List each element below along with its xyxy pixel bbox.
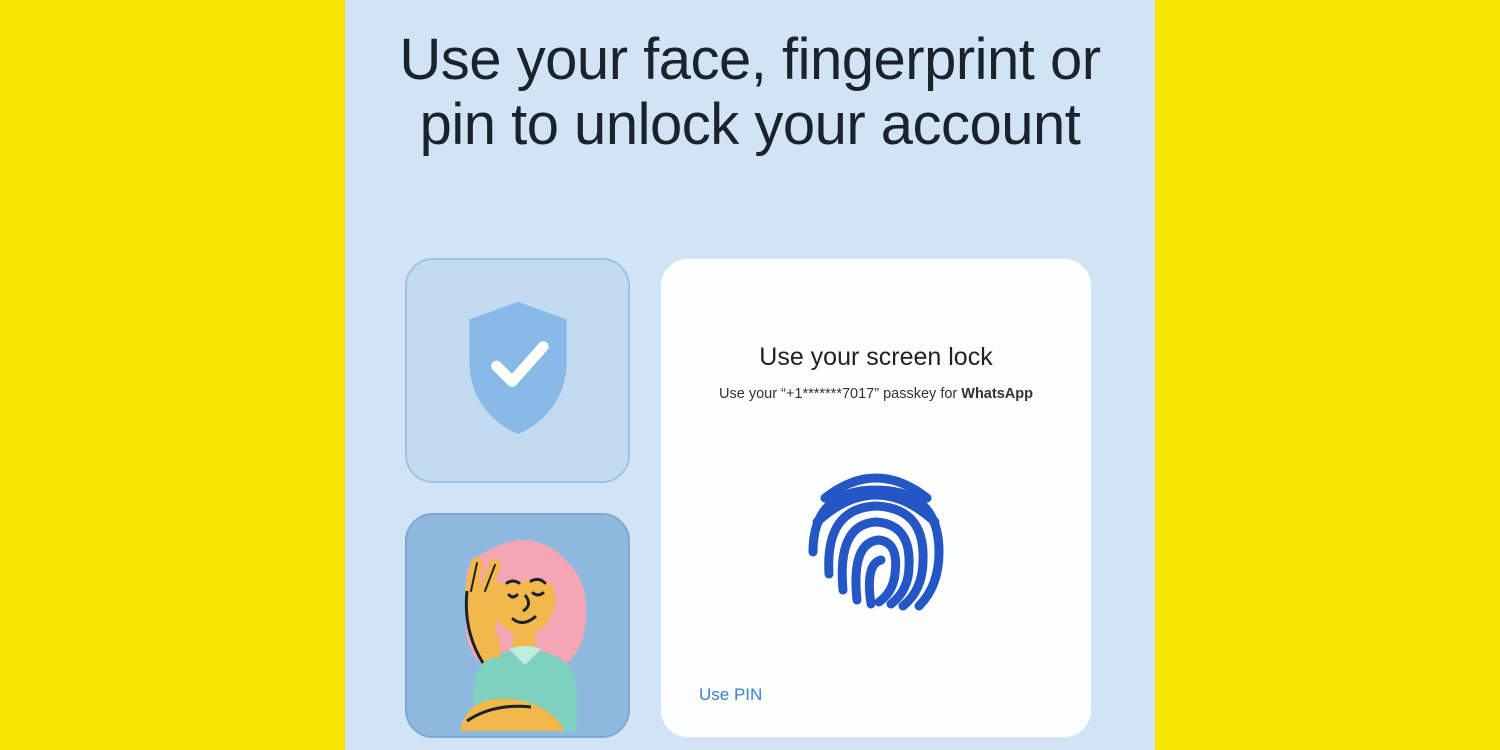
fingerprint-button[interactable] — [791, 456, 961, 631]
screen-lock-subtitle: Use your “+1*******7017” passkey for Wha… — [719, 386, 1033, 402]
use-pin-button[interactable]: Use PIN — [699, 685, 762, 705]
fingerprint-icon — [791, 456, 961, 631]
subtitle-prefix: Use your “ — [719, 386, 786, 402]
subtitle-passkey: +1*******7017 — [786, 386, 874, 402]
subtitle-mid: ” passkey for — [874, 386, 961, 402]
shield-check-icon — [459, 298, 577, 443]
subtitle-app-name: WhatsApp — [961, 386, 1033, 402]
headline-text: Use your face, fingerprint or pin to unl… — [390, 28, 1110, 158]
screen-lock-card: Use your screen lock Use your “+1*******… — [660, 258, 1092, 738]
promo-card: Use your face, fingerprint or pin to unl… — [345, 0, 1155, 750]
shield-tile — [405, 258, 630, 483]
avatar-tile — [405, 513, 630, 738]
screen-lock-title: Use your screen lock — [759, 343, 992, 372]
person-peace-sign-illustration-icon — [413, 521, 623, 736]
